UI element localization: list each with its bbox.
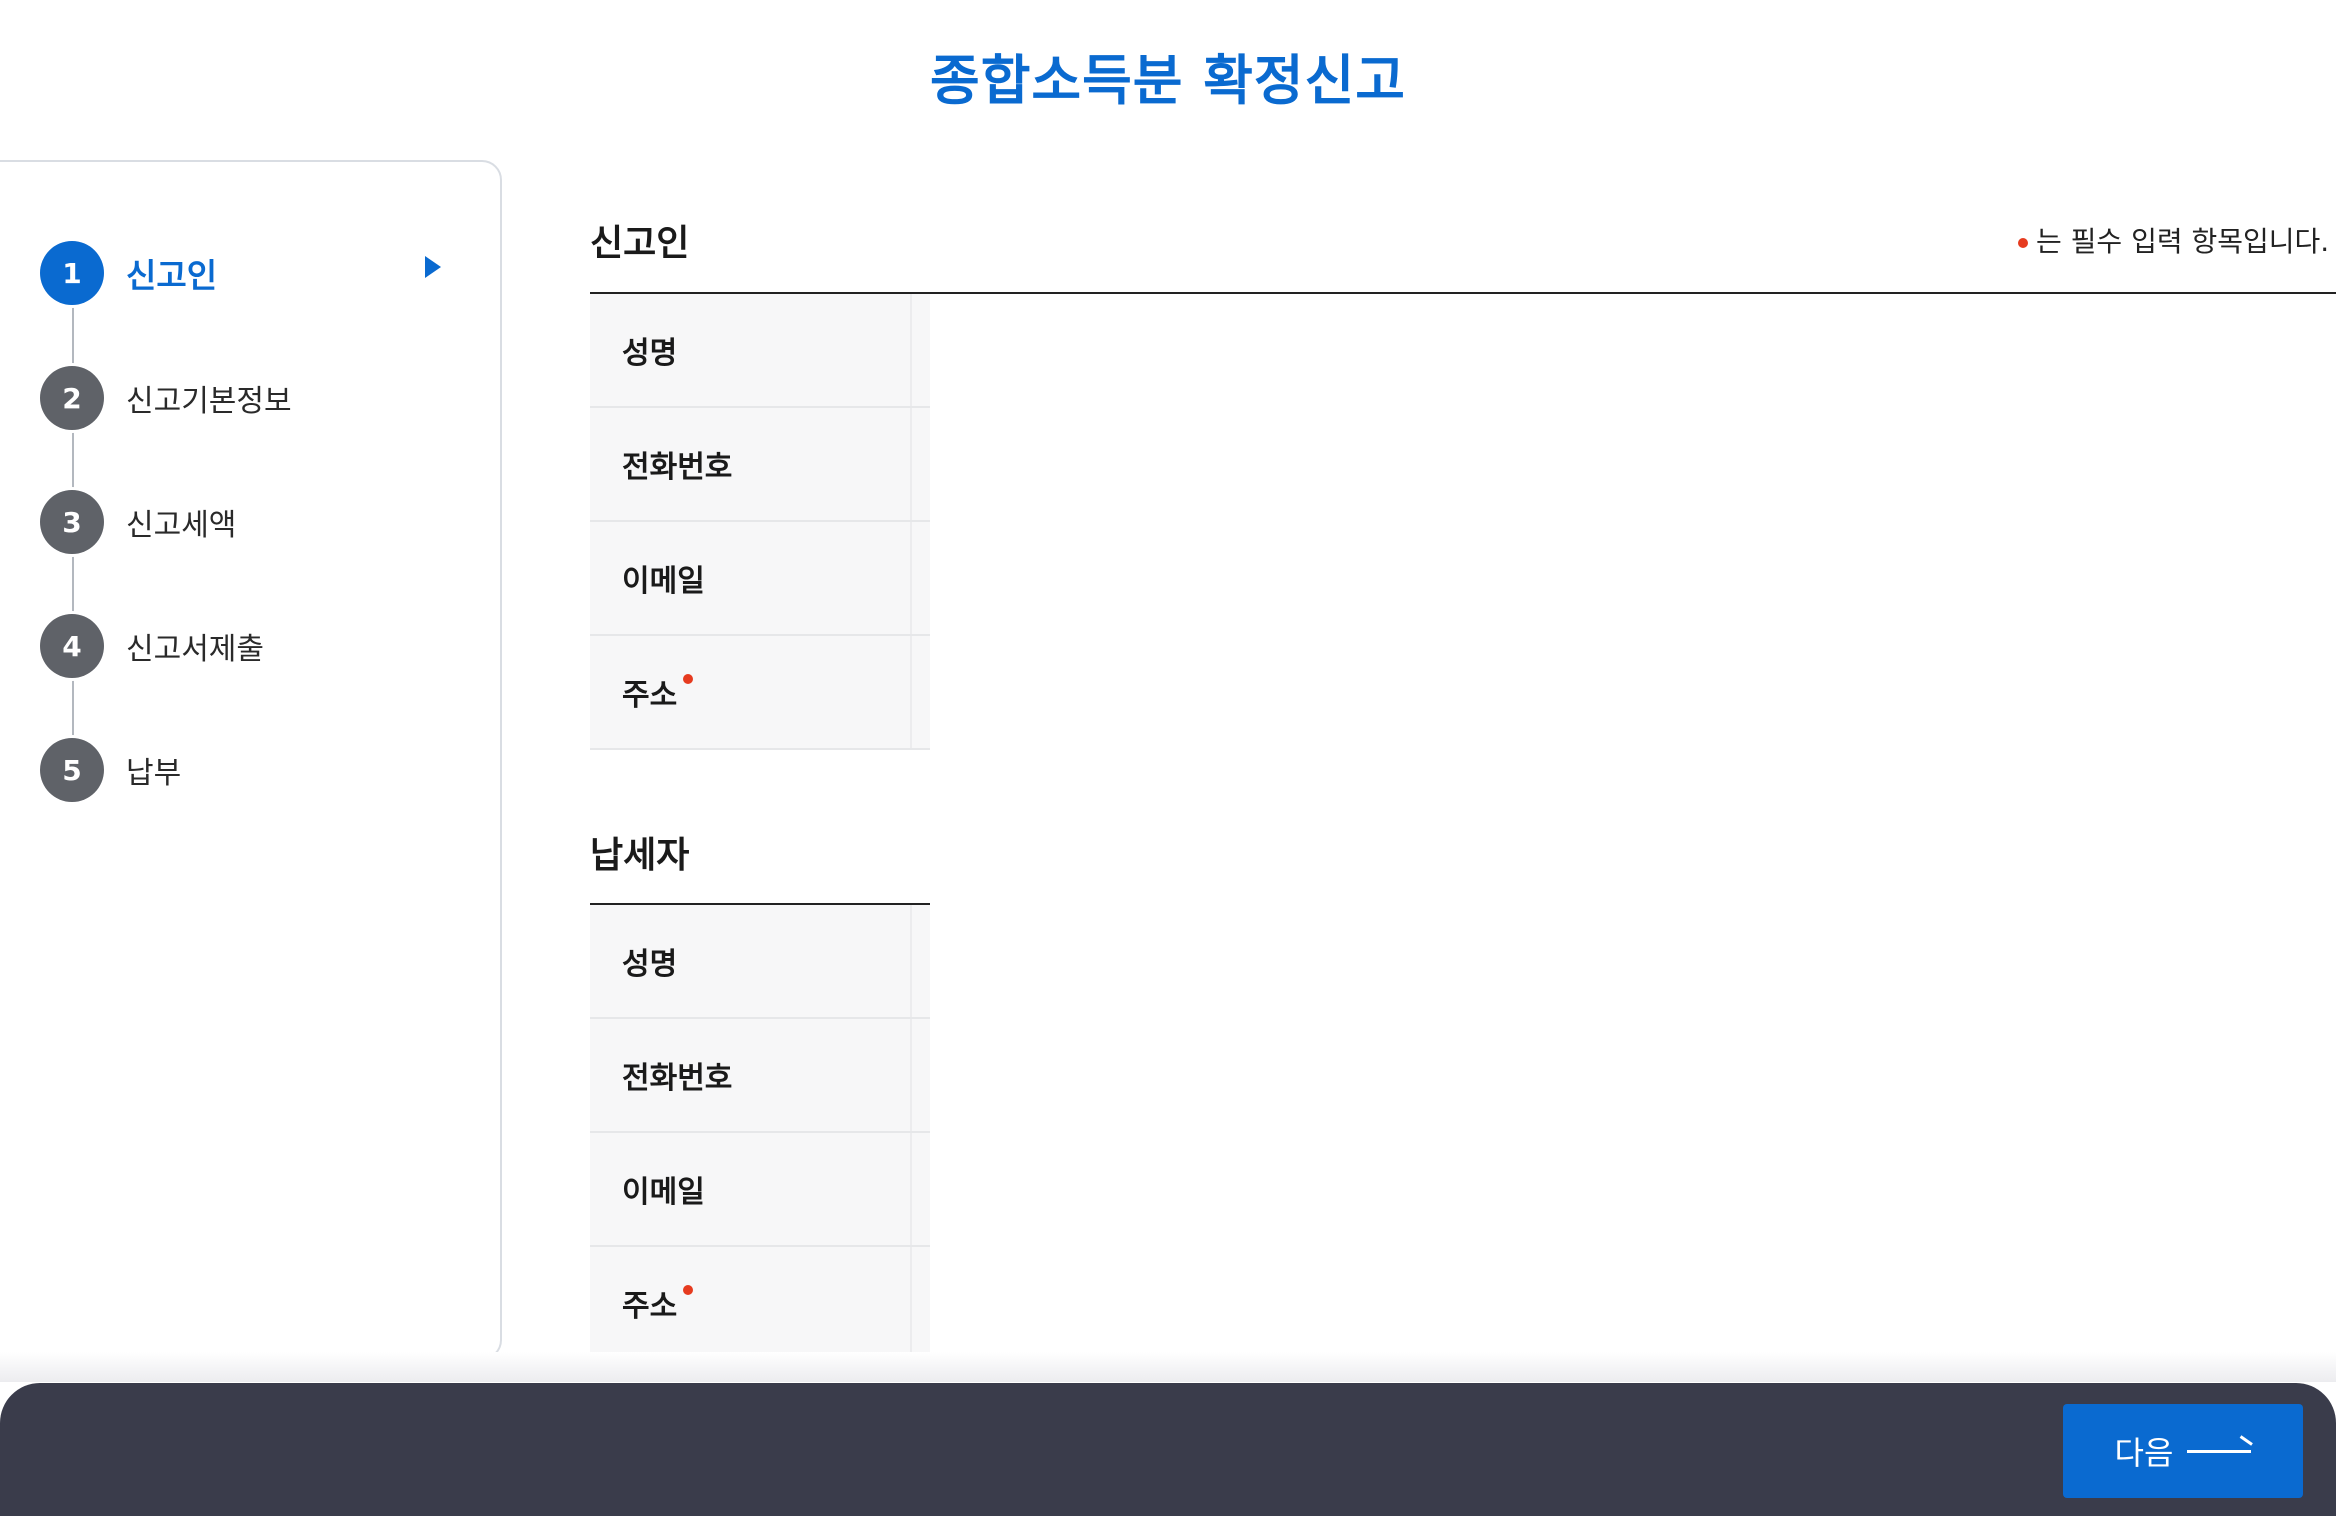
required-note: 는 필수 입력 항목입니다. bbox=[2018, 220, 2329, 260]
reporter-form: 성명 전화번호 이메일 주소 bbox=[590, 294, 930, 750]
cell-divider bbox=[910, 636, 912, 748]
step-2[interactable]: 2 신고기본정보 bbox=[40, 365, 292, 431]
step-number: 2 bbox=[40, 366, 104, 430]
cell-divider bbox=[910, 522, 912, 634]
next-button-label: 다음 bbox=[2114, 1434, 2174, 1472]
step-label: 신고인 bbox=[126, 256, 218, 295]
field-label: 이메일 bbox=[622, 564, 705, 599]
cell-divider bbox=[910, 1247, 912, 1359]
step-label: 신고서제출 bbox=[126, 632, 264, 667]
page: 종합소득분 확정신고 1 신고인 2 신고기본정보 3 신고세액 4 신고서제출… bbox=[0, 0, 2336, 1516]
field-label-text: 주소 bbox=[622, 1289, 678, 1324]
step-number: 3 bbox=[40, 490, 104, 554]
field-label: 이메일 bbox=[622, 1175, 705, 1210]
footer-bar bbox=[0, 1383, 2336, 1516]
field-label: 전화번호 bbox=[622, 450, 733, 485]
form-row-address: 주소 bbox=[590, 1247, 930, 1361]
step-3[interactable]: 3 신고세액 bbox=[40, 489, 236, 555]
step-1[interactable]: 1 신고인 bbox=[40, 240, 217, 306]
section-title-reporter: 신고인 bbox=[590, 223, 690, 264]
step-5[interactable]: 5 납부 bbox=[40, 737, 181, 803]
form-row-email: 이메일 bbox=[590, 1133, 930, 1247]
form-row-address: 주소 bbox=[590, 636, 930, 750]
field-label: 주소 bbox=[622, 670, 694, 714]
step-number: 4 bbox=[40, 614, 104, 678]
cell-divider bbox=[910, 905, 912, 1017]
cell-divider bbox=[910, 1019, 912, 1131]
step-number: 5 bbox=[40, 738, 104, 802]
step-label: 납부 bbox=[126, 756, 182, 791]
form-row-phone: 전화번호 bbox=[590, 1019, 930, 1133]
required-dot-icon bbox=[683, 1285, 694, 1295]
step-label: 신고세액 bbox=[126, 508, 237, 543]
section-title-taxpayer: 납세자 bbox=[590, 835, 690, 876]
step-4[interactable]: 4 신고서제출 bbox=[40, 613, 264, 679]
footer-shadow bbox=[0, 1352, 2336, 1382]
form-row-phone: 전화번호 bbox=[590, 408, 930, 522]
taxpayer-form: 성명 전화번호 이메일 주소 bbox=[590, 905, 930, 1361]
form-row-email: 이메일 bbox=[590, 522, 930, 636]
required-dot-icon bbox=[683, 674, 694, 684]
form-row-name: 성명 bbox=[590, 905, 930, 1019]
form-row-name: 성명 bbox=[590, 294, 930, 408]
field-label-text: 주소 bbox=[622, 678, 678, 713]
page-title: 종합소득분 확정신고 bbox=[930, 49, 1406, 112]
cell-divider bbox=[910, 408, 912, 520]
field-label: 주소 bbox=[622, 1281, 694, 1325]
triangle-right-icon bbox=[425, 256, 441, 278]
arrow-right-icon bbox=[2187, 1449, 2252, 1453]
field-label: 성명 bbox=[622, 947, 678, 982]
cell-divider bbox=[910, 294, 912, 406]
cell-divider bbox=[910, 1133, 912, 1245]
step-number: 1 bbox=[40, 241, 104, 305]
next-button[interactable]: 다음 bbox=[2063, 1404, 2303, 1498]
step-label: 신고기본정보 bbox=[126, 384, 292, 419]
field-label: 성명 bbox=[622, 336, 678, 371]
required-dot-icon bbox=[2018, 238, 2028, 248]
required-note-text: 는 필수 입력 항목입니다. bbox=[2036, 225, 2330, 258]
field-label: 전화번호 bbox=[622, 1061, 733, 1096]
